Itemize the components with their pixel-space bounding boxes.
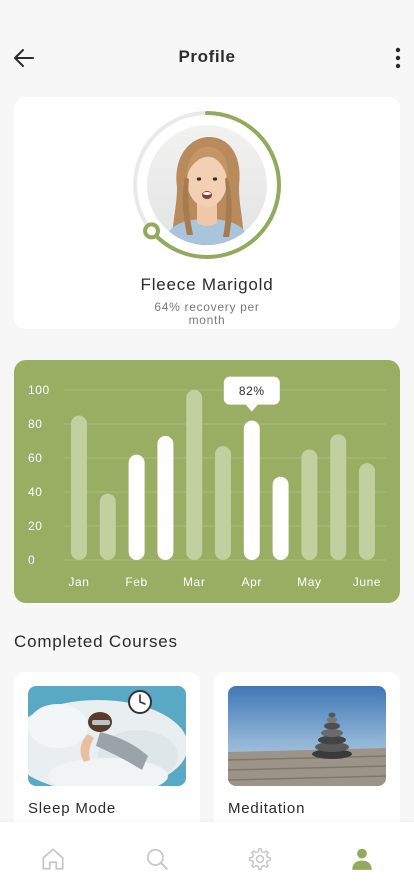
header: Profile [0,34,414,80]
meditation-image [228,686,386,786]
more-vertical-icon [395,47,401,69]
course-label: Meditation [228,800,306,817]
bottom-nav [0,822,414,896]
bar-7[interactable] [272,476,289,560]
y-tick-label: 80 [28,417,43,431]
avatar [147,125,267,245]
bar-8[interactable] [301,449,318,561]
sleep-mode-image [28,686,186,786]
y-tick-label: 60 [28,451,43,465]
more-menu-button[interactable] [386,42,410,74]
bar-0[interactable] [71,415,87,561]
x-tick-label: Jan [68,575,89,589]
value-tooltip: 82% [223,376,280,412]
search-icon [146,848,168,870]
y-tick-label: 0 [28,553,35,567]
bar-1[interactable] [99,493,116,560]
recovery-chart-card: 0 20 40 60 80 100 Jan Feb Mar Apr May June 82% [14,360,400,603]
x-tick-label: May [297,575,321,589]
y-tick-label: 40 [28,485,43,499]
gear-icon [248,847,272,871]
course-card-meditation[interactable]: Meditation [214,672,400,842]
bar-2[interactable] [128,454,145,560]
x-tick-label: Feb [125,575,147,589]
y-tick-label: 100 [28,383,50,397]
x-tick-label: Mar [183,575,205,589]
bar-9[interactable] [330,434,347,560]
nav-settings[interactable] [245,844,275,874]
nav-search[interactable] [142,844,172,874]
tooltip-label: 82% [239,384,265,398]
y-tick-label: 20 [28,519,43,533]
bar-5[interactable] [215,446,231,560]
home-icon [42,848,64,870]
recovery-bar-chart: 0 20 40 60 80 100 Jan Feb Mar Apr May June 82% [28,376,386,589]
page-title: Profile [178,47,236,66]
profile-name: Fleece Marigold [140,275,274,294]
nav-profile[interactable] [347,844,377,874]
completed-courses-title: Completed Courses [14,632,178,651]
x-tick-label: Apr [242,575,262,589]
user-icon [352,848,372,870]
x-tick-label: June [353,575,381,589]
profile-card: Fleece Marigold 64% recovery per month [14,97,400,329]
course-label: Sleep Mode [28,800,117,817]
bar-10[interactable] [359,463,375,560]
bar-3[interactable] [157,435,174,560]
nav-home[interactable] [38,844,68,874]
course-card-sleep-mode[interactable]: Sleep Mode [14,672,200,842]
bar-6[interactable] [243,420,260,560]
progress-knob [143,222,161,240]
recovery-subtitle: 64% recovery per month [154,300,260,327]
bar-4[interactable] [186,390,203,560]
